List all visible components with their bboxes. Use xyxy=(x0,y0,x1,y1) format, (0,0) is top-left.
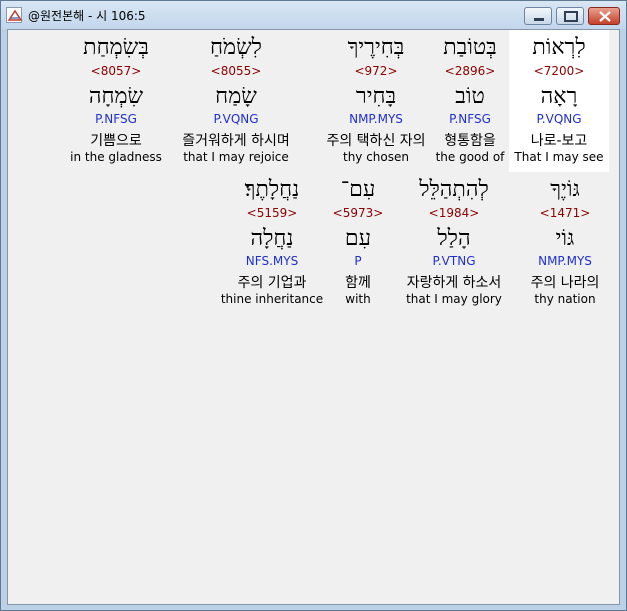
korean-gloss: 주의 나라의 xyxy=(530,275,600,291)
hebrew-word: גּוֹיֶךָ xyxy=(550,177,580,202)
morphology-code: NFS.MYS xyxy=(245,254,299,268)
strong-number[interactable]: <7200> xyxy=(509,64,609,78)
hebrew-root: גּוֹי xyxy=(555,226,575,251)
window-title: @원전본해 - 시 106:5 xyxy=(28,9,146,23)
close-button[interactable] xyxy=(588,7,620,25)
word-cell[interactable]: לִשְׂמֹחַ <8055> שָׂמַח P.VQNG 즐거워하게 하시며… xyxy=(176,30,296,172)
strong-number[interactable]: <1471> xyxy=(515,206,615,220)
hebrew-root: שָׂמַח xyxy=(215,84,257,109)
hebrew-word: בְּשִׂמְחַת xyxy=(83,35,149,60)
korean-gloss: 주의 기업과 xyxy=(237,275,307,291)
morphology-code: P.VQNG xyxy=(536,112,582,126)
korean-gloss: 기쁨으로 xyxy=(90,133,142,149)
strong-number[interactable]: <8055> xyxy=(176,64,296,78)
word-cell[interactable]: בְּחִירֶיךָ <972> בָּחִיר NMP.MYS 주의 택하신… xyxy=(316,30,436,172)
english-gloss: thine inheritance xyxy=(220,292,324,306)
hebrew-word: נַחֲלָתֶךָ׃ xyxy=(244,177,300,202)
morphology-code: P.NFSG xyxy=(95,112,137,126)
hebrew-root: הָלַל xyxy=(437,226,471,251)
hebrew-word: לִשְׂמֹחַ xyxy=(210,35,262,60)
word-cell[interactable]: בְּשִׂמְחַת <8057> שִׂמְחָה P.NFSG 기쁨으로 … xyxy=(66,30,166,172)
english-gloss: thy nation xyxy=(534,292,596,306)
morphology-code: P xyxy=(354,254,362,268)
maximize-button[interactable] xyxy=(556,7,584,25)
korean-gloss: 자랑하게 하소서 xyxy=(406,275,502,291)
morphology-code: P.VTNG xyxy=(432,254,476,268)
word-cell[interactable]: לְהִתְהַלֵּל <1984> הָלַל P.VTNG 자랑하게 하소… xyxy=(394,172,514,314)
minimize-icon xyxy=(534,18,544,21)
strong-number[interactable]: <5159> xyxy=(222,206,322,220)
korean-gloss: 즐거워하게 하시며 xyxy=(182,133,290,149)
hebrew-root: שִׂמְחָה xyxy=(88,84,144,109)
interlinear-panel[interactable]: לִרְאוֹת <7200> רָאָה P.VQNG 나로-보고 That … xyxy=(7,29,620,605)
korean-gloss: 주의 택하신 자의 xyxy=(326,133,426,149)
hebrew-word: לִרְאוֹת xyxy=(532,35,586,60)
english-gloss: that I may glory xyxy=(406,292,502,306)
hebrew-root: עִם xyxy=(344,226,372,251)
word-cell[interactable]: נַחֲלָתֶךָ׃ <5159> נַחֲלָה NFS.MYS 주의 기업… xyxy=(221,172,323,314)
strong-number[interactable]: <972> xyxy=(316,64,436,78)
hebrew-root: בָּחִיר xyxy=(355,84,397,109)
strong-number[interactable]: <5973> xyxy=(313,206,403,220)
english-gloss: in the gladness xyxy=(70,150,162,164)
close-icon xyxy=(599,11,611,22)
strong-number[interactable]: <8057> xyxy=(66,64,166,78)
minimize-button[interactable] xyxy=(524,7,552,25)
hebrew-root: רָאָה xyxy=(540,84,578,109)
hebrew-root: נַחֲלָה xyxy=(250,226,294,251)
morphology-code: P.VQNG xyxy=(213,112,259,126)
app-window: @원전본해 - 시 106:5 לִרְאוֹת <7200> רָאָה P.… xyxy=(0,0,627,611)
hebrew-word: לְהִתְהַלֵּל xyxy=(419,177,489,202)
strong-number[interactable]: <1984> xyxy=(394,206,514,220)
hebrew-word: עִם־ xyxy=(340,177,376,202)
morphology-code: NMP.MYS xyxy=(538,254,592,268)
word-cell[interactable]: גּוֹיֶךָ <1471> גּוֹי NMP.MYS 주의 나라의 thy… xyxy=(515,172,615,314)
title-bar[interactable]: @원전본해 - 시 106:5 xyxy=(1,1,626,29)
morphology-code: NMP.MYS xyxy=(349,112,403,126)
maximize-icon xyxy=(564,11,578,22)
hebrew-word: בְּחִירֶיךָ xyxy=(347,35,405,60)
english-gloss: that I may rejoice xyxy=(183,150,289,164)
app-book-icon[interactable] xyxy=(6,7,23,23)
english-gloss: thy chosen xyxy=(342,150,409,164)
